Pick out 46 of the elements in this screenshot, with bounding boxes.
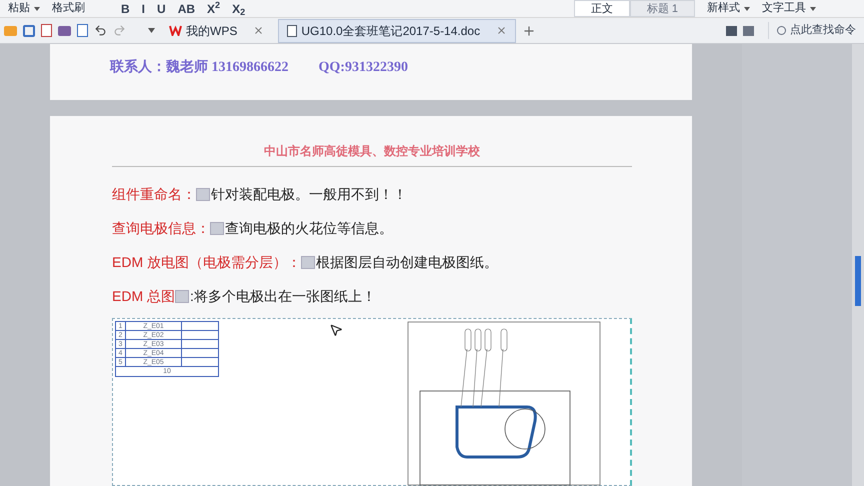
cursor-icon [329, 323, 343, 337]
paste-button[interactable]: 粘贴 [8, 0, 40, 17]
style-option[interactable]: 正文 [574, 0, 630, 17]
format-button[interactable]: AB [178, 0, 196, 18]
new-style-button[interactable]: 新样式 [707, 0, 750, 17]
search-icon [777, 26, 786, 35]
format-button[interactable]: X$_{2}$ [232, 0, 246, 18]
close-icon[interactable] [496, 25, 508, 36]
format-button[interactable]: X$^{2}$ [207, 0, 220, 18]
picture-icon [210, 222, 224, 234]
caret-icon [34, 6, 40, 10]
feature-label: 查询电极信息： [112, 218, 210, 238]
tab-label: 我的WPS [186, 22, 238, 40]
picture-icon [175, 290, 189, 302]
document-tab[interactable]: UG10.0全套班笔记2017-5-14.doc [278, 18, 516, 42]
format-button[interactable]: I [142, 0, 146, 18]
feature-description: 针对装配电极。一般用不到！！ [211, 184, 407, 204]
command-search-field[interactable]: 点此查找命令 [768, 22, 860, 39]
picture-icon [301, 256, 315, 268]
format-button[interactable]: B [121, 0, 130, 18]
document-icon[interactable] [41, 24, 52, 37]
zigzag-logo-icon [169, 25, 182, 36]
close-icon[interactable] [253, 25, 264, 36]
add-tab-icon[interactable] [522, 24, 536, 38]
feature-description: 查询电极的火花位等信息。 [225, 218, 393, 238]
feature-label: 组件重命名： [112, 184, 196, 204]
tab-label: UG10.0全套班笔记2017-5-14.doc [301, 22, 480, 40]
contact-text: 联系人：魏老师 13169866622 [110, 58, 288, 77]
feature-label: EDM 放电图（电极需分层）： [112, 252, 301, 272]
picture-icon [196, 188, 210, 200]
undo-icon[interactable] [94, 24, 107, 37]
format-button[interactable]: U [157, 0, 166, 18]
feature-description: 根据图层自动创建电极图纸。 [316, 252, 498, 272]
text-tools-button[interactable]: 文字工具 [762, 0, 816, 17]
qq-text: QQ:931322390 [318, 59, 408, 77]
format-painter-button[interactable]: 格式刷 [52, 0, 85, 17]
caret-icon [810, 6, 816, 10]
document-tab[interactable]: 我的WPS [161, 18, 272, 42]
document-icon [287, 24, 298, 36]
caret-icon [744, 6, 750, 10]
feature-description: :将多个电极出在一张图纸上！ [190, 286, 376, 306]
page-header: 中山市名师高徒模具、数控专业培训学校 [112, 142, 632, 167]
scrollbar-thumb[interactable] [855, 256, 861, 306]
style-option[interactable]: 标题 1 [630, 0, 695, 17]
feature-label: EDM 总图 [112, 286, 175, 306]
dropdown-icon[interactable] [148, 28, 155, 33]
